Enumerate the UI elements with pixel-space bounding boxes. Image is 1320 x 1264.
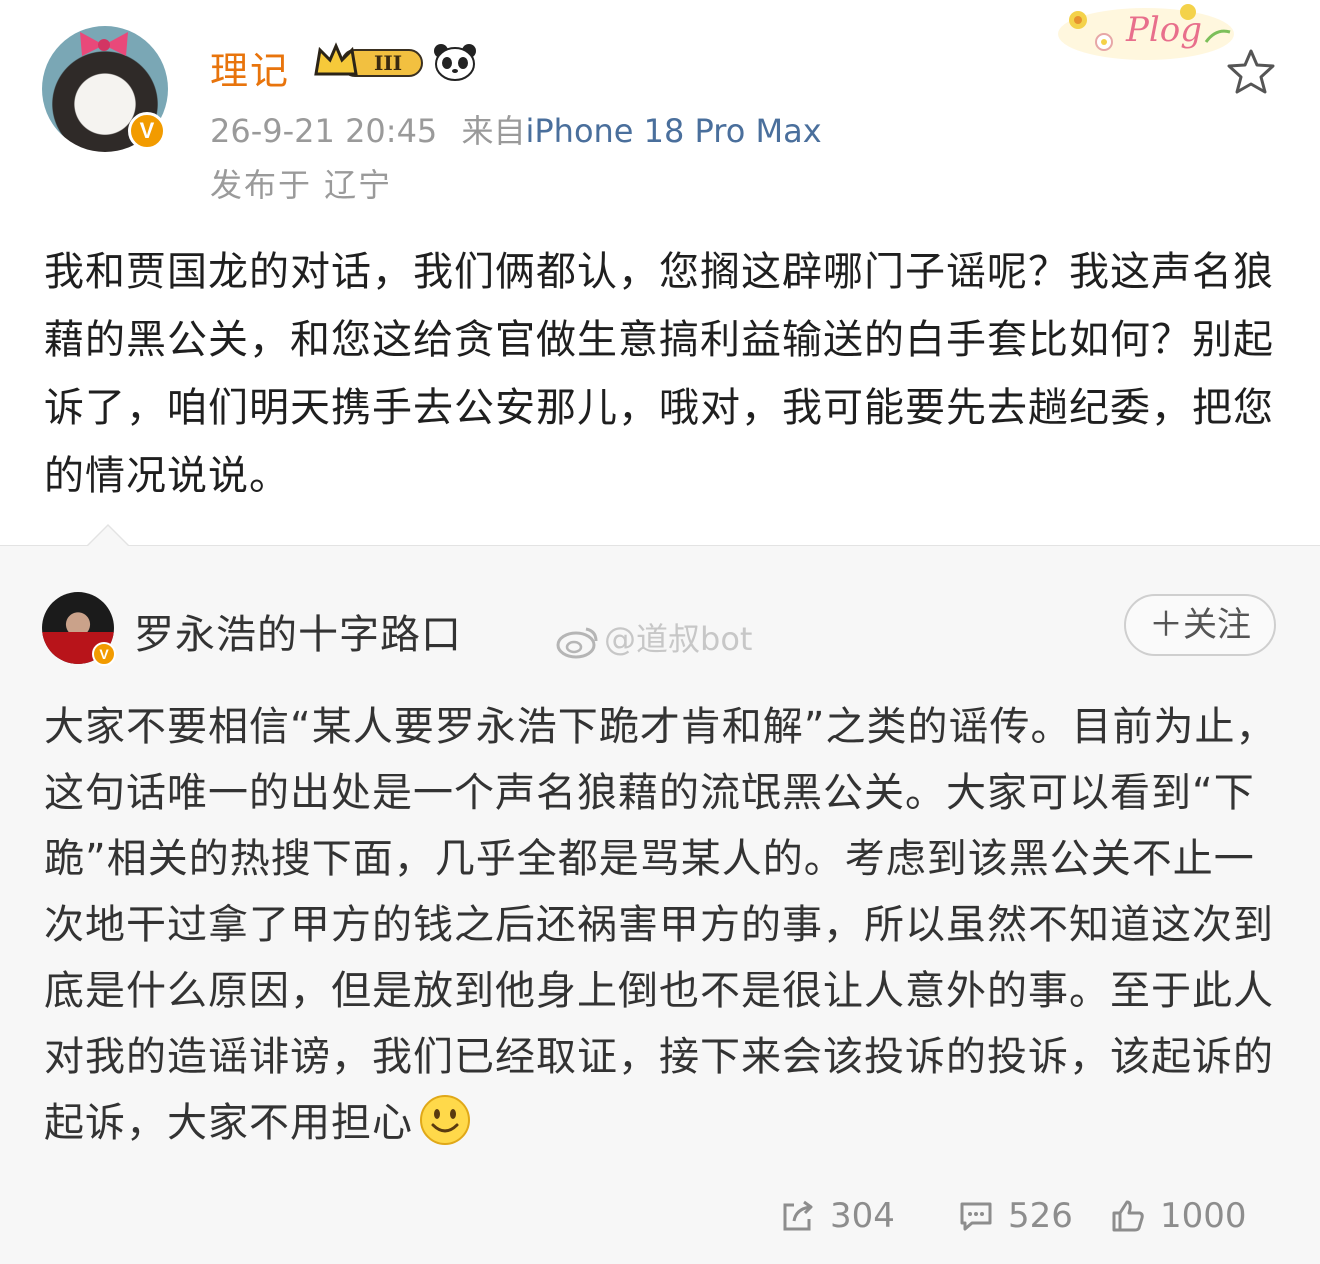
- follow-button[interactable]: ＋关注: [1124, 594, 1276, 656]
- device-link[interactable]: iPhone 18 Pro Max: [525, 112, 821, 150]
- comment-icon: [960, 1202, 992, 1231]
- thumbs-up-icon: [1112, 1200, 1144, 1232]
- source-prefix: 来自: [461, 112, 526, 150]
- plog-sticker: Plog: [1056, 2, 1236, 62]
- post-meta: 26-9-21 20:45 来自iPhone 18 Pro Max: [210, 106, 822, 152]
- bow-icon: [80, 32, 128, 56]
- panda-icon: [434, 44, 476, 81]
- watermark-text: @道叔bot: [604, 620, 753, 658]
- like-button[interactable]: 1000: [1110, 1196, 1247, 1236]
- post-content: 我和贾国龙的对话，我们俩都认，您搁这辟哪门子谣呢？我这声名狼藉的黑公关，和您这给…: [44, 249, 1274, 499]
- verified-badge-icon: V: [128, 112, 166, 150]
- post-timestamp: 26-9-21 20:45: [210, 112, 438, 150]
- smile-emoji-icon: [420, 1095, 470, 1145]
- repost-card[interactable]: V 罗永浩的十字路口 @道叔bot ＋关注 大家不要相信“某人要罗永浩下跪才肯和…: [0, 524, 1320, 1264]
- original-post: V 理记 III 26-9-21 20:45 来自iPhone 18 Pro M…: [0, 0, 1320, 545]
- share-icon: [783, 1200, 813, 1231]
- plog-text: Plog: [1126, 10, 1202, 50]
- comment-count: 526: [1008, 1196, 1073, 1236]
- post-location: 发布于 辽宁: [210, 166, 393, 204]
- repost-notch-inner: [87, 526, 129, 547]
- repost-verified-badge-icon: V: [92, 642, 116, 666]
- repost-content-text: 大家不要相信“某人要罗永浩下跪才肯和解”之类的谣传。目前为止，这句话唯一的出处是…: [44, 704, 1277, 1146]
- repost-content: 大家不要相信“某人要罗永浩下跪才肯和解”之类的谣传。目前为止，这句话唯一的出处是…: [44, 694, 1284, 1156]
- watermark: @道叔bot: [556, 614, 752, 660]
- share-button[interactable]: 304: [780, 1196, 895, 1236]
- like-count: 1000: [1160, 1196, 1247, 1236]
- level-badge-text: III: [374, 51, 402, 75]
- crown-level-badge-icon[interactable]: III: [312, 42, 424, 82]
- favorite-star-icon[interactable]: [1226, 48, 1276, 94]
- share-count: 304: [830, 1196, 895, 1236]
- weibo-logo-icon: [556, 627, 598, 659]
- username[interactable]: 理记: [210, 40, 290, 95]
- repost-author-name[interactable]: 罗永浩的十字路口: [134, 602, 462, 660]
- comment-button[interactable]: 526: [958, 1196, 1073, 1236]
- action-bar: 304 526 1000: [0, 1186, 1320, 1256]
